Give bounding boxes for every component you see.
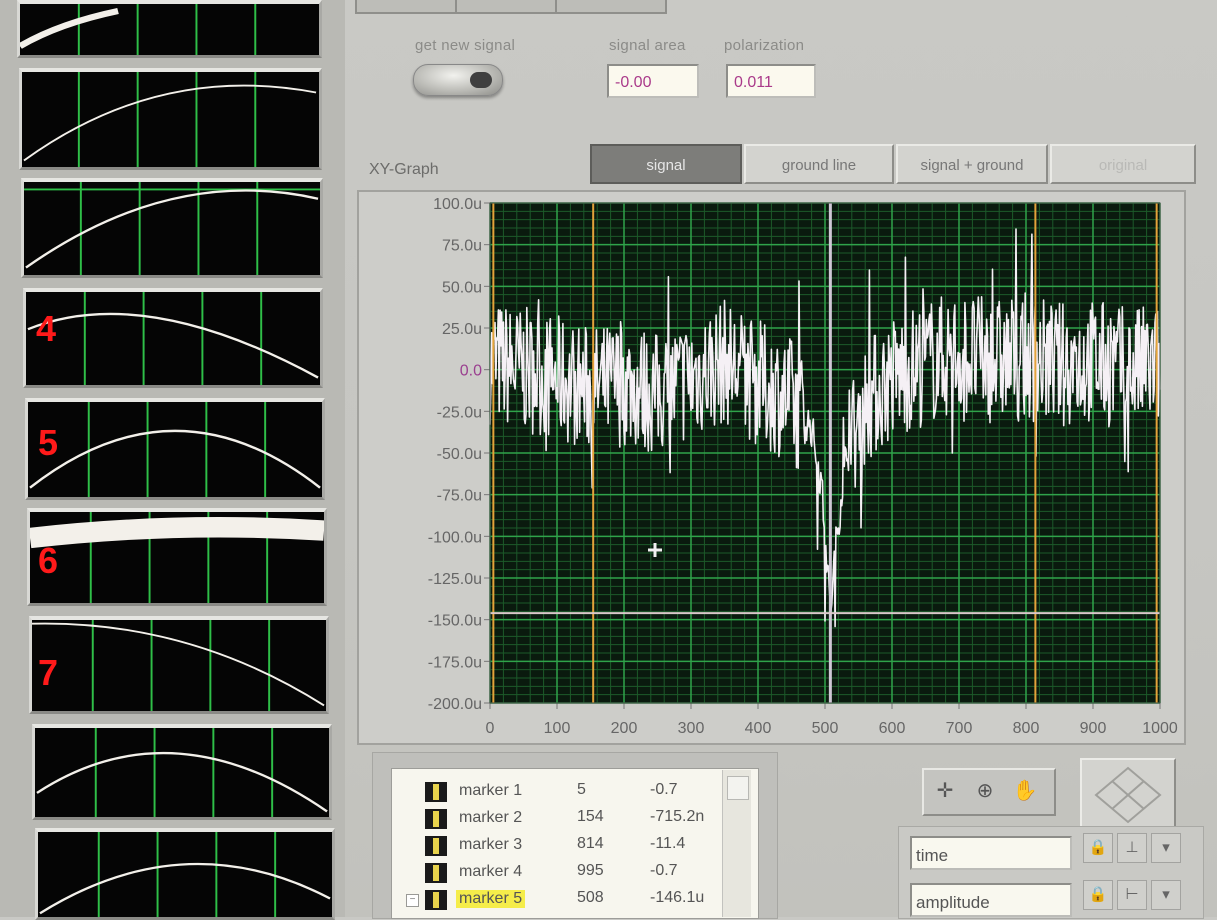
thumbnail-plot-2 [19,68,322,170]
x-tick-label: 1000 [1142,720,1178,737]
marker-row-4[interactable]: marker 4 995 -0.7 [392,858,758,885]
thumbnail-plot-1 [17,0,322,58]
tab-ground-line[interactable]: ground line [744,144,894,184]
marker-style-icon[interactable] [425,863,447,883]
polarization-field[interactable]: 0.011 [726,64,816,98]
marker-x-value: 154 [577,808,604,825]
scrollbar-thumb[interactable] [727,776,749,800]
marker-style-icon[interactable] [425,890,447,910]
y-tick-label: -50.0u [437,446,482,463]
thumbnail-plot-6 [27,508,327,606]
marker-name: marker 1 [459,782,523,799]
marker-row-5[interactable]: − marker 5 508 -146.1u [392,885,758,912]
y-tick-label: 100.0u [433,196,482,213]
marker-list[interactable]: marker 1 5 -0.7 marker 2 154 -715.2n marker 3 8… [391,768,759,919]
thumbnail-strip: 4 5 6 7 [0,0,345,920]
get-new-signal-button[interactable] [413,64,503,96]
y-tick-label: -200.0u [428,696,482,713]
tab-original[interactable]: original [1050,144,1196,184]
marker-list-scrollbar[interactable] [722,770,751,917]
thumbnail-number-5: 5 [38,422,59,463]
y-tick-label: -175.0u [428,654,482,671]
marker-style-icon[interactable] [425,836,447,856]
y-tick-label: -150.0u [428,613,482,630]
toggle-knob-icon [470,72,492,88]
x-tick-label: 700 [946,720,973,737]
x-tick-label: 200 [611,720,638,737]
x-tick-label: 600 [879,720,906,737]
thumbnail-number-7: 7 [38,652,59,693]
y-tick-label: -125.0u [428,571,482,588]
thumbnail-plot-4 [23,288,323,388]
marker-y-value: -715.2n [650,808,705,825]
x-format-icon[interactable]: ▾ [1151,833,1181,863]
polarization-label: polarization [724,37,805,54]
x-axis-name-field[interactable]: time [910,836,1072,870]
thumbnail-plot-7 [29,616,329,714]
thumbnail-number-4: 4 [36,308,57,349]
crosshair-tool-icon[interactable]: ✛ [928,776,962,806]
x-tick-label: 800 [1013,720,1040,737]
thumbnail-number-6: 6 [38,540,59,581]
x-tick-label: 0 [486,720,495,737]
y-tick-label: 25.0u [442,321,482,338]
marker-name: marker 2 [459,809,523,826]
x-tick-label: 300 [678,720,705,737]
thumbnail-plot-8 [32,724,332,820]
y-axis-name-field[interactable]: amplitude [910,883,1072,917]
x-tick-label: 500 [812,720,839,737]
x-axis-lock-icon[interactable]: 🔒 [1083,833,1113,863]
y-format-icon[interactable]: ▾ [1151,880,1181,910]
marker-name: marker 4 [459,863,523,880]
signal-area-field[interactable]: -0.00 [607,64,699,98]
marker-y-value: -0.7 [650,862,678,879]
marker-name: marker 3 [459,836,523,853]
top-button-bar[interactable] [355,0,667,14]
x-tick-label: 100 [544,720,571,737]
x-tick-label: 900 [1080,720,1107,737]
marker-y-value: -0.7 [650,781,678,798]
y-tick-label: -75.0u [437,488,482,505]
marker-row-2[interactable]: marker 2 154 -715.2n [392,804,758,831]
marker-x-value: 5 [577,781,586,798]
marker-x-value: 814 [577,835,604,852]
graph-tool-palette: ✛ ⊕ ✋ [922,768,1056,816]
diamond-arrows-icon [1094,766,1162,824]
thumbnail-plot-9 [35,828,335,920]
cursor-move-pad[interactable] [1080,758,1176,832]
graph-title: XY-Graph [369,161,439,178]
zoom-tool-icon[interactable]: ⊕ [968,776,1002,806]
y-tick-label: 0.0 [460,363,482,380]
y-tick-label: -100.0u [428,529,482,546]
marker-x-value: 508 [577,889,604,906]
x-tick-label: 400 [745,720,772,737]
marker-row-1[interactable]: marker 1 5 -0.7 [392,777,758,804]
marker-x-value: 995 [577,862,604,879]
tab-signal-plus-ground[interactable]: signal + ground [896,144,1048,184]
marker-y-value: -146.1u [650,889,705,906]
y-axis-lock-icon[interactable]: 🔒 [1083,880,1113,910]
marker-y-value: -11.4 [650,835,686,852]
marker-name: marker 5 [456,890,526,908]
signal-area-label: signal area [609,37,686,54]
collapse-icon[interactable]: − [406,894,419,907]
y-tick-label: 50.0u [442,279,482,296]
xy-graph[interactable]: 0 100 200 300 400 500 600 700 800 900 1000 100.0u 75… [357,190,1186,745]
thumbnail-plot-3 [21,178,323,278]
get-new-signal-label: get new signal [415,37,516,54]
pan-hand-tool-icon[interactable]: ✋ [1008,776,1042,806]
tab-signal[interactable]: signal [590,144,742,184]
marker-row-3[interactable]: marker 3 814 -11.4 [392,831,758,858]
marker-style-icon[interactable] [425,782,447,802]
thumbnail-plot-5 [25,398,325,500]
y-tick-label: -25.0u [437,404,482,421]
y-tick-label: 75.0u [442,238,482,255]
marker-style-icon[interactable] [425,809,447,829]
y-scale-icon[interactable]: ⊢ [1117,880,1147,910]
x-scale-icon[interactable]: ⊥ [1117,833,1147,863]
